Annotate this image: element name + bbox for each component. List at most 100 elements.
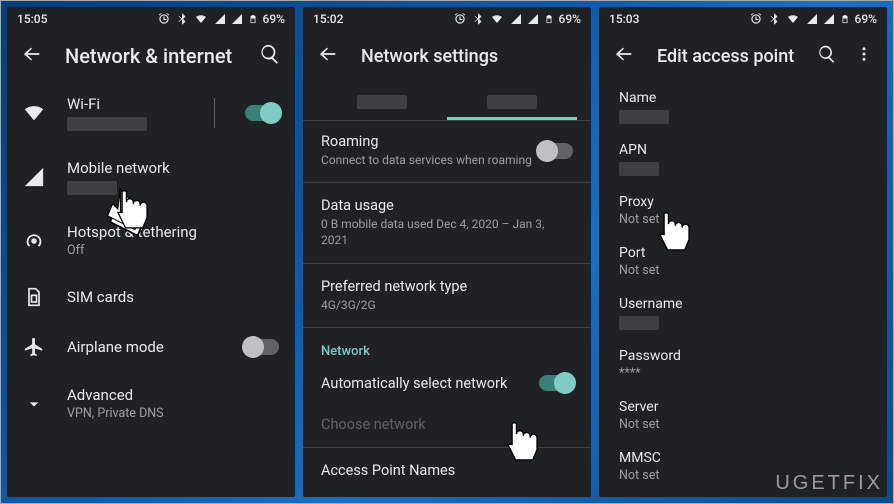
signal-icon — [823, 13, 835, 25]
tab-sim2[interactable] — [447, 87, 577, 120]
item-data-usage[interactable]: Data usage 0 B mobile data used Dec 4, 2… — [303, 185, 591, 260]
item-airplane-mode[interactable]: Airplane mode — [7, 322, 295, 372]
item-mobile-network[interactable]: Mobile network — [7, 145, 295, 209]
roaming-label: Roaming — [321, 133, 539, 150]
signal-icon — [231, 13, 243, 25]
wifi-label: Wi-Fi — [67, 95, 184, 113]
airplane-toggle[interactable] — [245, 339, 279, 355]
status-bar: 15:05 69% — [7, 7, 295, 31]
field-proxy[interactable]: Proxy Not set — [599, 185, 887, 236]
search-button[interactable] — [259, 43, 281, 69]
settings-list: Wi-Fi Mobile network Hotspot & tethering… — [7, 81, 295, 497]
divider — [303, 263, 591, 264]
back-button[interactable] — [613, 43, 635, 69]
wifi-ssid-redacted — [67, 117, 147, 131]
divider — [303, 182, 591, 183]
hotspot-label: Hotspot & tethering — [67, 223, 279, 241]
item-preferred-network[interactable]: Preferred network type 4G/3G/2G — [303, 266, 591, 325]
wifi-icon — [23, 102, 45, 124]
divider — [303, 447, 591, 448]
auto-select-toggle[interactable] — [539, 375, 573, 391]
field-proxy-value: Not set — [619, 212, 867, 227]
alarm-icon — [453, 12, 467, 26]
clock: 15:03 — [609, 12, 639, 26]
advanced-label: Advanced — [67, 386, 279, 404]
roaming-sub: Connect to data services when roaming — [321, 152, 539, 168]
watermark: UGETFIX — [775, 472, 883, 495]
field-proxy-label: Proxy — [619, 194, 867, 210]
item-choose-network[interactable]: Choose network — [303, 404, 591, 445]
clock: 15:02 — [313, 12, 343, 26]
item-roaming[interactable]: Roaming Connect to data services when ro… — [303, 121, 591, 180]
field-port-label: Port — [619, 245, 867, 261]
back-button[interactable] — [317, 43, 339, 69]
item-advanced[interactable]: Advanced VPN, Private DNS — [7, 372, 295, 435]
airplane-label: Airplane mode — [67, 338, 223, 356]
divider-vertical — [214, 98, 215, 128]
field-apn-value-redacted — [619, 162, 659, 176]
alarm-icon — [749, 12, 763, 26]
battery-percent: 69% — [855, 12, 877, 26]
field-server-label: Server — [619, 399, 867, 415]
battery-icon — [248, 12, 258, 26]
wifi-icon — [193, 13, 209, 25]
advanced-sub: VPN, Private DNS — [67, 406, 279, 421]
status-icons: 69% — [451, 12, 581, 26]
screen-network-internet: 15:05 69% Network & internet Wi-F — [7, 7, 295, 497]
search-icon — [259, 43, 281, 65]
search-button[interactable] — [817, 44, 837, 68]
app-bar: Edit access point — [599, 31, 887, 81]
field-port-value: Not set — [619, 263, 867, 278]
item-sim-cards[interactable]: SIM cards — [7, 272, 295, 322]
field-username-value-redacted — [619, 316, 659, 330]
page-title: Network & internet — [65, 44, 237, 68]
apn-fields: Name APN Proxy Not set Port Not set User… — [599, 81, 887, 497]
item-wifi[interactable]: Wi-Fi — [7, 81, 295, 145]
wifi-icon — [489, 13, 505, 25]
item-access-point-names[interactable]: Access Point Names — [303, 450, 591, 491]
section-network: Network — [303, 330, 591, 363]
field-password-label: Password — [619, 348, 867, 364]
page-title: Edit access point — [657, 46, 795, 67]
status-bar: 15:03 69% — [599, 7, 887, 31]
wifi-toggle[interactable] — [245, 105, 279, 121]
field-password-value: **** — [619, 366, 867, 381]
field-port[interactable]: Port Not set — [599, 236, 887, 287]
field-name[interactable]: Name — [599, 81, 887, 133]
item-auto-select-network[interactable]: Automatically select network — [303, 363, 591, 404]
chevron-down-icon — [23, 394, 45, 414]
field-password[interactable]: Password **** — [599, 339, 887, 390]
choose-network-label: Choose network — [321, 416, 573, 433]
page-title: Network settings — [361, 46, 577, 67]
hotspot-sub: Off — [67, 243, 279, 258]
alarm-icon — [157, 12, 171, 26]
bluetooth-icon — [768, 12, 780, 26]
status-icons: 69% — [155, 12, 285, 26]
bluetooth-icon — [472, 12, 484, 26]
field-name-label: Name — [619, 90, 867, 106]
field-username-label: Username — [619, 296, 867, 312]
battery-percent: 69% — [263, 12, 285, 26]
back-button[interactable] — [21, 43, 43, 69]
screen-edit-access-point: 15:03 69% Edit access point Name — [599, 7, 887, 497]
arrow-back-icon — [21, 43, 43, 65]
preferred-network-sub: 4G/3G/2G — [321, 297, 573, 313]
search-icon — [817, 44, 837, 64]
field-username[interactable]: Username — [599, 287, 887, 339]
tab-sim1[interactable] — [317, 87, 447, 120]
data-usage-sub: 0 B mobile data used Dec 4, 2020 – Jan 3… — [321, 216, 573, 248]
signal-icon — [214, 13, 226, 25]
app-bar: Network & internet — [7, 31, 295, 81]
field-name-value-redacted — [619, 110, 669, 124]
signal-icon — [806, 13, 818, 25]
preferred-network-label: Preferred network type — [321, 278, 573, 295]
roaming-toggle[interactable] — [539, 143, 573, 159]
divider — [303, 327, 591, 328]
hotspot-icon — [23, 230, 45, 252]
status-icons: 69% — [747, 12, 877, 26]
battery-icon — [840, 12, 850, 26]
field-apn[interactable]: APN — [599, 133, 887, 185]
field-server[interactable]: Server Not set — [599, 390, 887, 441]
item-hotspot[interactable]: Hotspot & tethering Off — [7, 209, 295, 272]
overflow-menu-button[interactable] — [855, 44, 873, 68]
